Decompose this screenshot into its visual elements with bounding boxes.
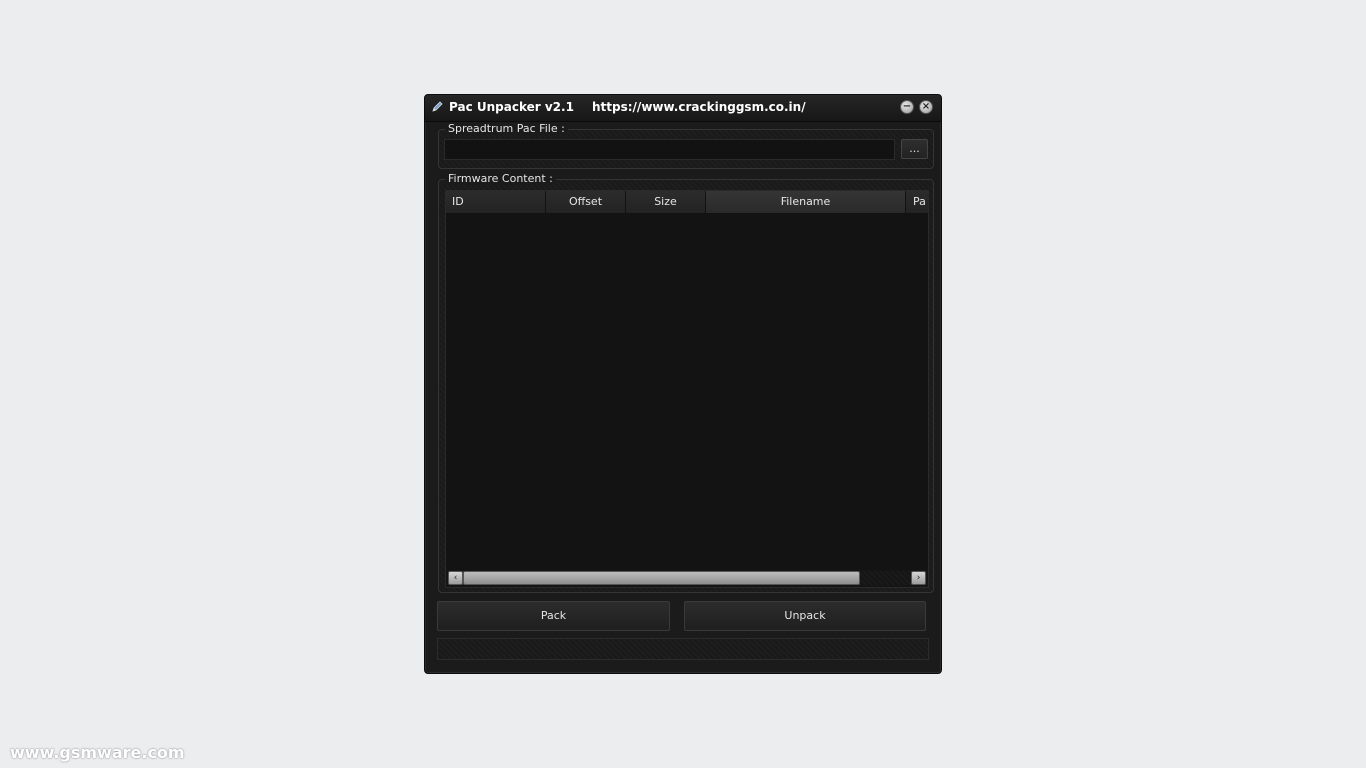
minimize-icon: − xyxy=(902,101,912,112)
pac-file-input[interactable] xyxy=(444,139,895,160)
horizontal-scrollbar[interactable]: ‹ › xyxy=(446,570,928,587)
app-window: Pac Unpacker v2.1 https://www.crackinggs… xyxy=(424,94,942,674)
window-url: https://www.crackinggsm.co.in/ xyxy=(592,100,806,114)
close-icon: × xyxy=(921,101,931,112)
column-header-size[interactable]: Size xyxy=(626,191,706,214)
window-title: Pac Unpacker v2.1 xyxy=(449,100,574,114)
pac-file-group: Spreadtrum Pac File : ... xyxy=(438,122,934,169)
column-header-filename[interactable]: Filename xyxy=(706,191,906,214)
unpack-button[interactable]: Unpack xyxy=(684,601,926,631)
title-bar[interactable]: Pac Unpacker v2.1 https://www.crackinggs… xyxy=(425,95,941,122)
column-header-offset[interactable]: Offset xyxy=(546,191,626,214)
column-header-id[interactable]: ID xyxy=(446,191,546,214)
table-header: ID Offset Size Filename Pa xyxy=(446,191,928,214)
watermark-text: www.gsmware.com xyxy=(10,743,185,762)
pac-file-label: Spreadtrum Pac File : xyxy=(445,122,568,135)
scroll-right-button[interactable]: › xyxy=(911,571,926,585)
scroll-track[interactable] xyxy=(463,571,911,585)
app-pen-icon xyxy=(432,101,443,112)
firmware-content-label: Firmware Content : xyxy=(445,172,556,185)
firmware-content-group: Firmware Content : ID Offset Size Filena… xyxy=(438,172,934,593)
status-bar xyxy=(437,638,929,660)
firmware-table[interactable]: ID Offset Size Filename Pa ‹ › xyxy=(445,190,929,588)
pack-button[interactable]: Pack xyxy=(437,601,670,631)
scroll-left-button[interactable]: ‹ xyxy=(448,571,463,585)
close-button[interactable]: × xyxy=(919,100,933,114)
column-header-pa[interactable]: Pa xyxy=(906,191,928,214)
scroll-thumb[interactable] xyxy=(463,571,860,585)
minimize-button[interactable]: − xyxy=(900,100,914,114)
browse-button[interactable]: ... xyxy=(901,139,928,159)
